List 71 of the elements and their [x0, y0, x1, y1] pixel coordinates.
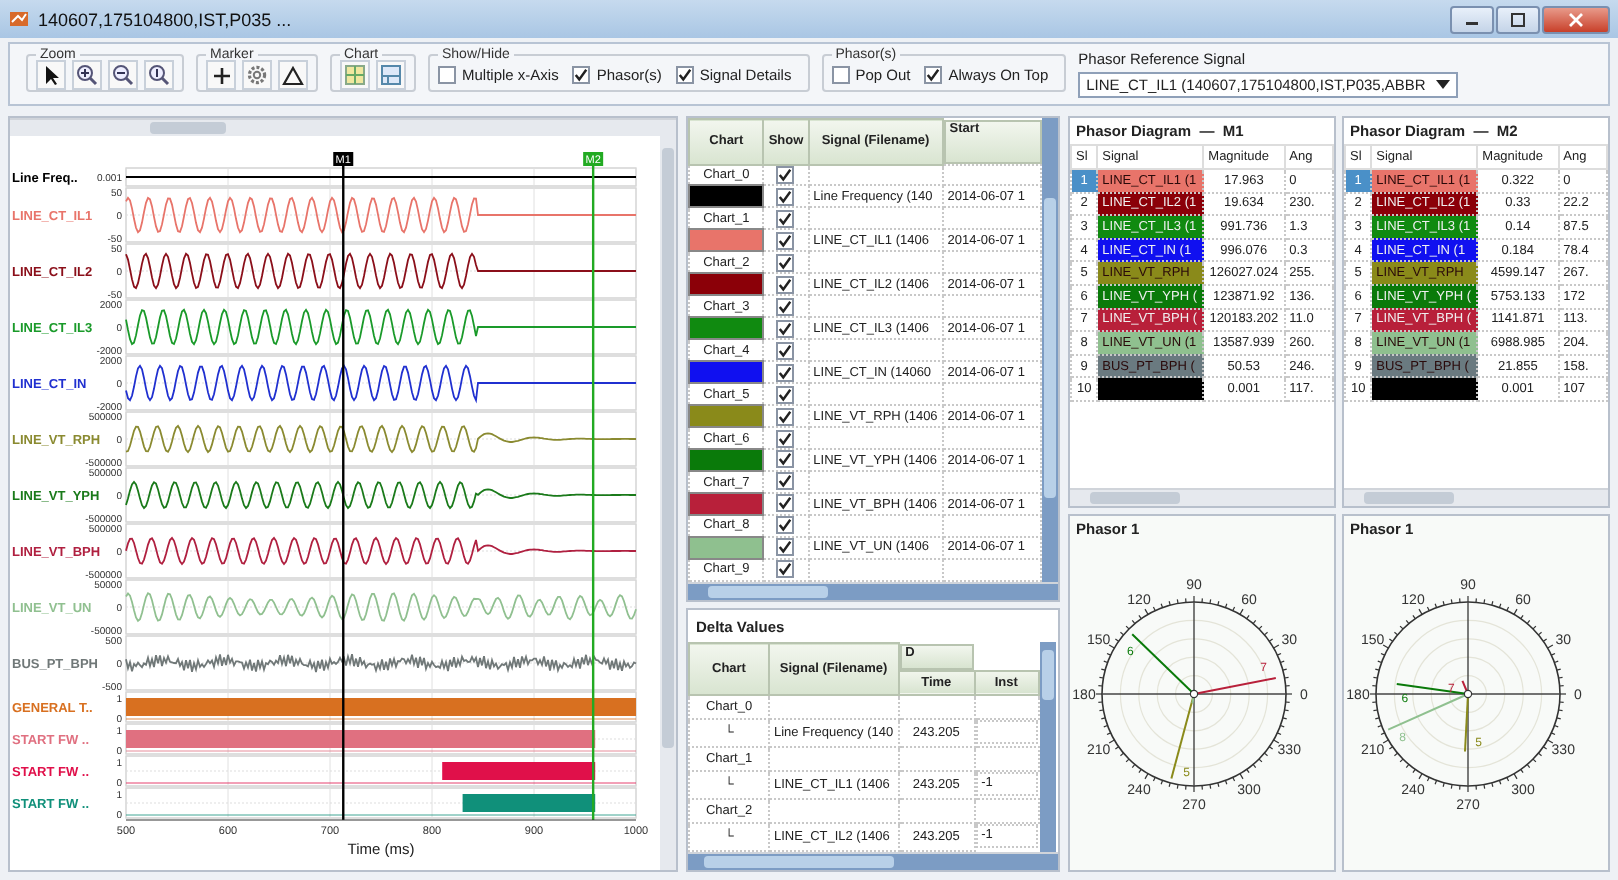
color-swatch[interactable]: [689, 229, 764, 252]
checkbox[interactable]: [776, 319, 795, 338]
vertical-scrollbar[interactable]: [1042, 118, 1058, 582]
zoom-tool[interactable]: [108, 60, 138, 90]
color-swatch[interactable]: [689, 493, 764, 515]
checkbox[interactable]: [924, 66, 943, 84]
color-swatch[interactable]: [689, 405, 764, 428]
color-swatch[interactable]: [689, 273, 764, 296]
close-button[interactable]: [1542, 5, 1610, 33]
checkbox[interactable]: [776, 297, 795, 316]
pointer-tool[interactable]: [36, 60, 66, 90]
horizontal-scrollbar[interactable]: [1070, 488, 1334, 506]
pointer-icon: [41, 64, 61, 86]
zoom-tool[interactable]: [144, 60, 174, 90]
chart-tool[interactable]: [340, 60, 370, 90]
settings-icon: [246, 64, 268, 86]
add-marker-tool[interactable]: [206, 60, 236, 90]
window-title: 140607,175104800,IST,P035 ...: [38, 9, 294, 29]
checkbox[interactable]: [438, 66, 456, 84]
maximize-icon: [1510, 11, 1526, 27]
zoom-in-icon: [76, 64, 98, 86]
color-swatch[interactable]: [689, 317, 764, 340]
origin-dot: [1463, 689, 1473, 699]
checkbox[interactable]: [776, 363, 795, 382]
zoom-reset-icon: [148, 64, 170, 86]
zoom-tool[interactable]: [72, 60, 102, 90]
checkbox[interactable]: [776, 494, 795, 513]
horizontal-scrollbar[interactable]: [688, 582, 1058, 600]
checkbox[interactable]: [776, 516, 795, 535]
maximize-button[interactable]: [1496, 5, 1540, 33]
color-swatch[interactable]: [689, 449, 764, 472]
checkbox[interactable]: [776, 472, 795, 491]
checkbox[interactable]: [776, 407, 795, 426]
marker-line[interactable]: [342, 166, 345, 820]
color-swatch[interactable]: [689, 536, 764, 559]
checkbox[interactable]: [776, 450, 795, 469]
chart-grid-icon: [344, 64, 366, 86]
delta-tool[interactable]: [278, 60, 308, 90]
caret-icon: [1435, 80, 1450, 90]
checkbox[interactable]: [776, 209, 795, 228]
digital-bar: [462, 794, 596, 812]
checkbox[interactable]: [776, 385, 795, 404]
checkbox[interactable]: [776, 560, 795, 579]
horizontal-scrollbar[interactable]: [1344, 488, 1608, 506]
origin-dot: [1189, 689, 1199, 699]
horizontal-scrollbar[interactable]: [10, 118, 676, 136]
marker-line[interactable]: [591, 166, 595, 820]
checkbox[interactable]: [776, 538, 795, 557]
checkbox[interactable]: [675, 66, 694, 84]
checkbox[interactable]: [776, 253, 795, 272]
vertical-scrollbar[interactable]: [660, 136, 676, 870]
triangle-icon: [282, 65, 304, 85]
checkbox[interactable]: [776, 275, 795, 294]
app-icon: [8, 8, 30, 30]
vertical-scrollbar[interactable]: [1039, 642, 1056, 852]
chart-tool[interactable]: [376, 60, 406, 90]
horizontal-scrollbar[interactable]: [688, 852, 1058, 870]
marker-settings-tool[interactable]: [242, 60, 272, 90]
minimize-button[interactable]: [1450, 5, 1494, 33]
close-icon: [1568, 11, 1584, 27]
checkbox[interactable]: [831, 66, 850, 84]
checkbox[interactable]: [776, 187, 795, 206]
zoom-out-icon: [112, 64, 134, 86]
plus-icon: [211, 65, 231, 85]
chart-layout-icon: [380, 64, 402, 86]
checkbox[interactable]: [776, 429, 795, 447]
checkbox[interactable]: [572, 66, 591, 84]
checkbox[interactable]: [776, 341, 795, 360]
checkbox[interactable]: [776, 231, 795, 250]
color-swatch[interactable]: [689, 185, 764, 208]
color-swatch[interactable]: [689, 361, 764, 384]
